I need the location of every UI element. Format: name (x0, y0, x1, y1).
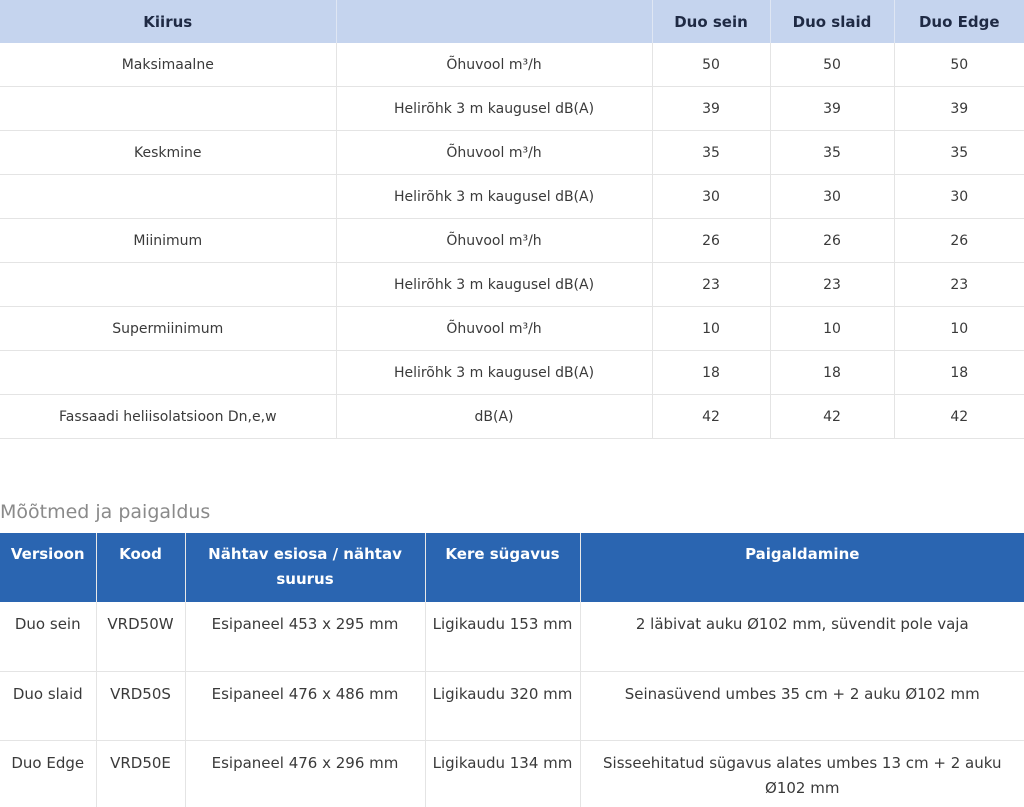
page: Kiirus Duo sein Duo slaid Duo Edge Maksi… (0, 0, 1024, 807)
cell-metric: Õhuvool m³/h (336, 130, 653, 175)
header-duo-edge: Duo Edge (894, 0, 1024, 43)
header-metric (336, 0, 653, 43)
cell-value: 50 (894, 43, 1024, 87)
cell-visible-front: Esipaneel 453 x 295 mm (185, 602, 426, 672)
cell-value: 42 (894, 394, 1024, 439)
cell-speed: Maksimaalne (0, 43, 337, 87)
cell-metric: dB(A) (336, 394, 653, 439)
header-body-depth: Kere sügavus (425, 533, 581, 602)
cell-value: 50 (652, 43, 771, 87)
cell-version: Duo slaid (0, 671, 97, 741)
cell-speed: Supermiinimum (0, 306, 337, 351)
table-row: Duo Edge VRD50E Esipaneel 476 x 296 mm L… (0, 740, 1024, 807)
table-row: Helirõhk 3 m kaugusel dB(A) 39 39 39 (0, 86, 1024, 131)
cell-value: 26 (770, 218, 895, 263)
cell-value: 30 (770, 174, 895, 219)
cell-value: 42 (652, 394, 771, 439)
cell-speed (0, 86, 337, 131)
cell-value: 18 (652, 350, 771, 395)
cell-value: 18 (770, 350, 895, 395)
dimensions-header-row: Versioon Kood Nähtav esiosa / nähtav suu… (0, 533, 1024, 602)
cell-metric: Helirõhk 3 m kaugusel dB(A) (336, 350, 653, 395)
cell-code: VRD50E (96, 740, 186, 807)
cell-value: 35 (770, 130, 895, 175)
cell-installation: Seinasüvend umbes 35 cm + 2 auku Ø102 mm (580, 671, 1024, 741)
cell-speed: Keskmine (0, 130, 337, 175)
cell-value: 10 (652, 306, 771, 351)
cell-speed: Miinimum (0, 218, 337, 263)
cell-metric: Õhuvool m³/h (336, 218, 653, 263)
cell-speed: Fassaadi heliisolatsioon Dn,e,w (0, 394, 337, 439)
cell-metric: Õhuvool m³/h (336, 306, 653, 351)
cell-value: 30 (894, 174, 1024, 219)
cell-value: 30 (652, 174, 771, 219)
cell-value: 50 (770, 43, 895, 87)
cell-visible-front: Esipaneel 476 x 296 mm (185, 740, 426, 807)
cell-body-depth: Ligikaudu 134 mm (425, 740, 581, 807)
cell-value: 42 (770, 394, 895, 439)
performance-table: Kiirus Duo sein Duo slaid Duo Edge Maksi… (0, 0, 1024, 439)
cell-value: 35 (652, 130, 771, 175)
cell-value: 10 (894, 306, 1024, 351)
cell-value: 23 (652, 262, 771, 307)
table-row: Maksimaalne Õhuvool m³/h 50 50 50 (0, 43, 1024, 87)
header-speed: Kiirus (0, 0, 337, 43)
table-row: Duo slaid VRD50S Esipaneel 476 x 486 mm … (0, 671, 1024, 741)
cell-installation: 2 läbivat auku Ø102 mm, süvendit pole va… (580, 602, 1024, 672)
table-row: Fassaadi heliisolatsioon Dn,e,w dB(A) 42… (0, 394, 1024, 439)
table-row: Duo sein VRD50W Esipaneel 453 x 295 mm L… (0, 602, 1024, 672)
cell-value: 26 (894, 218, 1024, 263)
cell-metric: Helirõhk 3 m kaugusel dB(A) (336, 86, 653, 131)
table-row: Supermiinimum Õhuvool m³/h 10 10 10 (0, 306, 1024, 351)
cell-body-depth: Ligikaudu 153 mm (425, 602, 581, 672)
table-row: Miinimum Õhuvool m³/h 26 26 26 (0, 218, 1024, 263)
cell-value: 39 (894, 86, 1024, 131)
cell-value: 23 (894, 262, 1024, 307)
table-row: Keskmine Õhuvool m³/h 35 35 35 (0, 130, 1024, 175)
cell-value: 10 (770, 306, 895, 351)
cell-version: Duo sein (0, 602, 97, 672)
cell-metric: Helirõhk 3 m kaugusel dB(A) (336, 174, 653, 219)
cell-code: VRD50S (96, 671, 186, 741)
cell-value: 35 (894, 130, 1024, 175)
cell-speed (0, 350, 337, 395)
cell-visible-front: Esipaneel 476 x 486 mm (185, 671, 426, 741)
header-duo-slaid: Duo slaid (770, 0, 895, 43)
dimensions-table: Versioon Kood Nähtav esiosa / nähtav suu… (0, 533, 1024, 807)
table-row: Helirõhk 3 m kaugusel dB(A) 30 30 30 (0, 174, 1024, 219)
header-code: Kood (96, 533, 186, 602)
cell-value: 39 (770, 86, 895, 131)
header-version: Versioon (0, 533, 97, 602)
cell-value: 23 (770, 262, 895, 307)
header-visible-front: Nähtav esiosa / nähtav suurus (185, 533, 426, 602)
cell-value: 26 (652, 218, 771, 263)
cell-metric: Helirõhk 3 m kaugusel dB(A) (336, 262, 653, 307)
table-row: Helirõhk 3 m kaugusel dB(A) 23 23 23 (0, 262, 1024, 307)
table-row: Helirõhk 3 m kaugusel dB(A) 18 18 18 (0, 350, 1024, 395)
header-duo-sein: Duo sein (652, 0, 771, 43)
performance-header-row: Kiirus Duo sein Duo slaid Duo Edge (0, 0, 1024, 43)
cell-speed (0, 174, 337, 219)
cell-metric: Õhuvool m³/h (336, 43, 653, 87)
cell-installation: Sisseehitatud sügavus alates umbes 13 cm… (580, 740, 1024, 807)
cell-body-depth: Ligikaudu 320 mm (425, 671, 581, 741)
cell-version: Duo Edge (0, 740, 97, 807)
cell-speed (0, 262, 337, 307)
cell-value: 18 (894, 350, 1024, 395)
section-title: Mõõtmed ja paigaldus (0, 501, 211, 523)
cell-code: VRD50W (96, 602, 186, 672)
cell-value: 39 (652, 86, 771, 131)
header-installation: Paigaldamine (580, 533, 1024, 602)
